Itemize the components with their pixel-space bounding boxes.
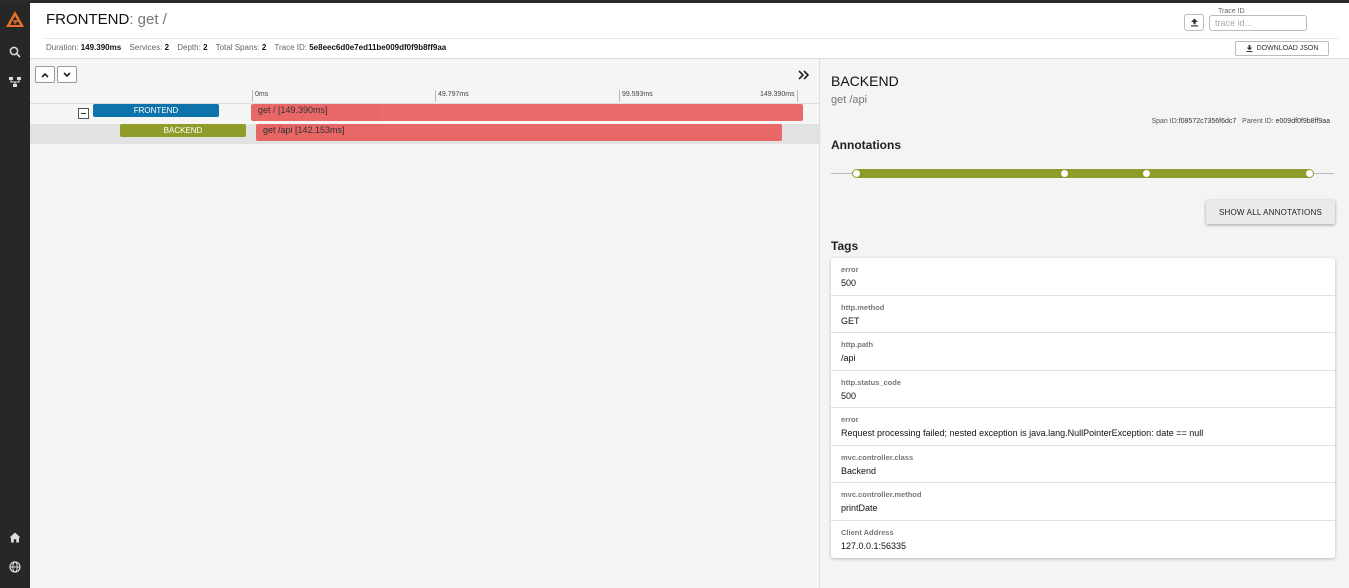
parent-id-value: e009df0f9b8ff9aa xyxy=(1275,118,1330,125)
trace-root-service: FRONTEND xyxy=(46,11,130,28)
trace-id-field-label: Trace ID xyxy=(1218,8,1245,15)
tag-value: Request processing failed; nested except… xyxy=(841,428,1204,438)
download-icon xyxy=(1246,45,1253,52)
services-label: Services: xyxy=(129,43,163,52)
span-row-selected[interactable]: BACKEND get /api [142.153ms] xyxy=(30,124,819,144)
upload-icon xyxy=(1190,18,1198,27)
download-json-label: DOWNLOAD JSON xyxy=(1256,45,1319,52)
tag-value: /api xyxy=(841,353,856,363)
service-badge: BACKEND xyxy=(120,124,246,137)
tag-key: http.path xyxy=(841,340,874,349)
trace-id-value: 5e8eec6d0e7ed11be009df0f9b8ff9aa xyxy=(309,43,447,52)
span-ids: Span ID:f08572c7356f6dc7 Parent ID: e009… xyxy=(1151,118,1330,125)
span-row[interactable]: FRONTEND get / [149.390ms] xyxy=(30,104,819,124)
annotation-point[interactable] xyxy=(1305,169,1314,178)
download-json-button[interactable]: DOWNLOAD JSON xyxy=(1235,41,1329,56)
annotations-heading: Annotations xyxy=(831,138,901,152)
globe-icon xyxy=(9,561,21,573)
sidebar-item-search[interactable] xyxy=(0,40,30,64)
duration-value: 149.390ms xyxy=(80,43,122,52)
tick-label: 99.593ms xyxy=(619,90,653,102)
upload-json-button[interactable] xyxy=(1184,14,1204,31)
span-bar[interactable]: get /api [142.153ms] xyxy=(256,124,782,141)
zipkin-logo[interactable] xyxy=(0,7,30,33)
zipkin-logo-icon xyxy=(6,11,24,27)
tags-heading: Tags xyxy=(831,239,859,253)
trace-id-label: Trace ID: xyxy=(274,43,307,52)
tag-item: mvc.controller.class Backend xyxy=(831,446,1335,483)
search-icon xyxy=(9,46,21,58)
span-bar[interactable]: get / [149.390ms] xyxy=(251,104,803,121)
tick-label: 49.797ms xyxy=(435,90,469,102)
tag-key: http.status_code xyxy=(841,377,902,387)
parent-id-label: Parent ID: xyxy=(1242,118,1274,125)
services-value: 2 xyxy=(164,43,170,52)
trace-summary: Duration: 149.390ms Services: 2 Depth: 2… xyxy=(46,43,452,52)
tag-item: http.path/api xyxy=(831,333,1335,371)
trace-timeline: 0ms 49.797ms 99.593ms 149.390ms FRONTEND… xyxy=(30,59,819,588)
sidebar-item-language[interactable] xyxy=(0,555,30,579)
tag-key: Client Address xyxy=(841,527,894,537)
total-spans-value: 2 xyxy=(261,43,267,52)
collapse-all-button[interactable] xyxy=(35,66,55,83)
detail-span-name: get /api xyxy=(831,94,868,106)
depth-label: Depth: xyxy=(177,43,201,52)
service-badge: FRONTEND xyxy=(93,104,219,117)
annotation-point[interactable] xyxy=(852,169,861,178)
span-collapse-toggle[interactable] xyxy=(78,108,89,119)
annotation-point[interactable] xyxy=(1142,169,1151,178)
tag-item: error Request processing failed; nested e… xyxy=(831,408,1335,446)
tag-key: error xyxy=(841,265,859,274)
tag-item: http.status_code 500 xyxy=(831,371,1335,408)
tag-value: Backend xyxy=(841,465,877,476)
tag-item: mvc.controller.method printDate xyxy=(831,483,1335,521)
tag-value: GET xyxy=(841,315,860,326)
span-id-label: Span ID: xyxy=(1151,118,1179,125)
span-id-value: f08572c7356f6dc7 xyxy=(1178,118,1237,125)
header-divider xyxy=(44,38,1339,39)
trace-header: FRONTEND: get / Duration: 149.390ms Serv… xyxy=(30,3,1349,59)
total-spans-label: Total Spans: xyxy=(215,43,260,52)
tag-item: Client Address 127.0.0.1:56335 xyxy=(831,521,1335,559)
tag-key: http.method xyxy=(841,302,885,312)
dependencies-icon xyxy=(9,77,21,87)
annotation-point[interactable] xyxy=(1060,169,1069,178)
page-title: FRONTEND: get / xyxy=(46,11,167,28)
annotation-bar xyxy=(858,169,1310,178)
sidebar-item-home[interactable] xyxy=(0,525,30,549)
trace-id-input[interactable] xyxy=(1209,15,1307,31)
tag-value: 500 xyxy=(841,390,857,401)
chevron-down-icon xyxy=(63,71,71,77)
toggle-detail-button[interactable] xyxy=(795,68,811,82)
home-icon xyxy=(9,532,21,542)
trace-root-span-name: : get / xyxy=(129,11,167,28)
tick-label: 0ms xyxy=(252,90,268,102)
tag-value: printDate xyxy=(841,503,878,513)
tag-key: mvc.controller.method xyxy=(841,490,922,499)
double-chevron-right-icon xyxy=(797,70,809,80)
span-detail-panel: BACKEND get /api Span ID:f08572c7356f6dc… xyxy=(819,59,1349,588)
tag-key: mvc.controller.class xyxy=(841,452,914,462)
sidebar xyxy=(0,3,30,588)
detail-service-name: BACKEND xyxy=(831,73,899,89)
sidebar-item-dependencies[interactable] xyxy=(0,70,30,94)
tag-item: error 500 xyxy=(831,258,1335,296)
tags-list: error 500 http.method GET http.path/api ht… xyxy=(831,258,1335,558)
tag-key: error xyxy=(841,415,859,424)
tag-item: http.method GET xyxy=(831,296,1335,333)
show-all-annotations-button[interactable]: SHOW ALL ANNOTATIONS xyxy=(1206,200,1335,224)
expand-all-button[interactable] xyxy=(57,66,77,83)
tick-label: 149.390ms xyxy=(760,90,798,102)
tag-value: 127.0.0.1:56335 xyxy=(841,540,907,551)
tag-value: 500 xyxy=(841,278,857,288)
duration-label: Duration: xyxy=(46,43,79,52)
depth-value: 2 xyxy=(203,43,208,52)
chevron-up-icon xyxy=(41,72,49,78)
app-root: FRONTEND: get / Duration: 149.390ms Serv… xyxy=(0,3,1349,588)
